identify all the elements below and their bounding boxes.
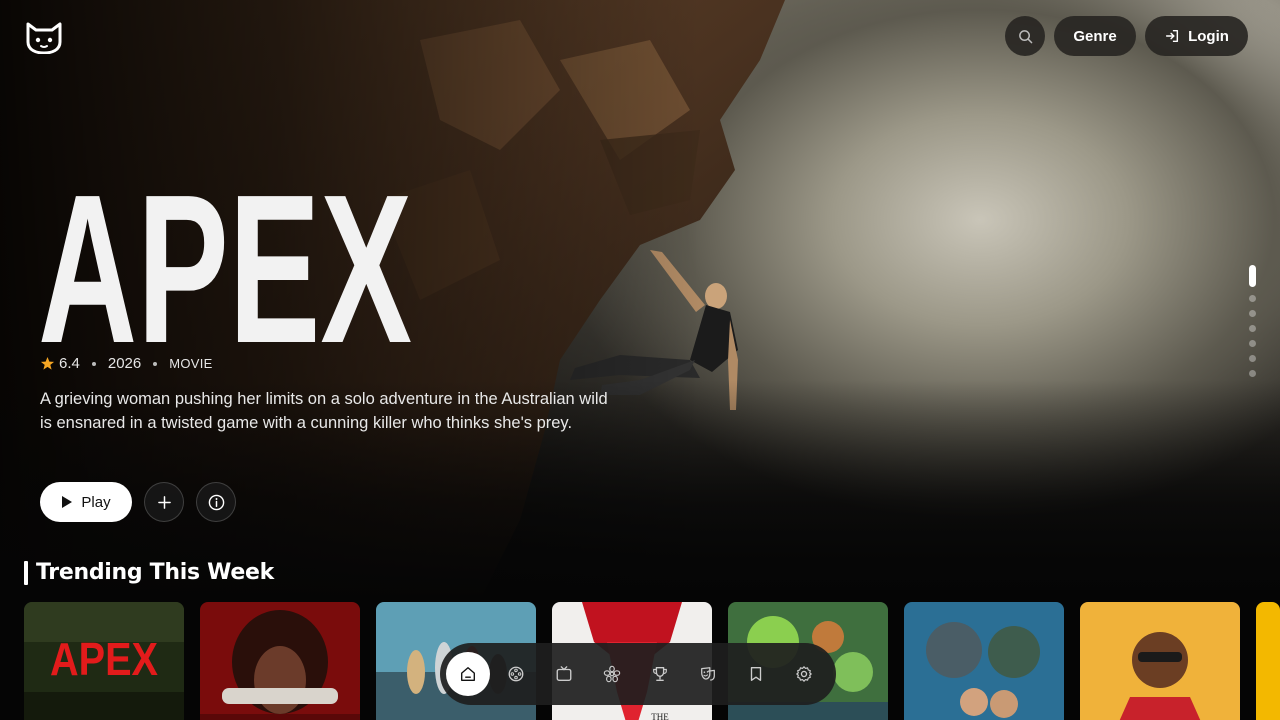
pagination-dot-active[interactable]	[1248, 265, 1256, 287]
trending-heading: Trending This Week	[24, 560, 274, 585]
add-to-list-button[interactable]	[144, 482, 184, 522]
pagination-dot[interactable]	[1248, 295, 1256, 302]
bottom-dock	[440, 643, 836, 705]
poster-title: THE	[651, 712, 669, 720]
apex-poster-card[interactable]: APEX	[24, 602, 184, 720]
play-label: Play	[81, 493, 111, 511]
star-icon	[40, 356, 55, 370]
top-navigation: Genre Login	[1005, 16, 1248, 56]
poster-8-card-partial[interactable]	[1256, 602, 1280, 720]
poster-2-card[interactable]	[200, 602, 360, 720]
heading-accent-bar	[24, 560, 28, 585]
dock-anime[interactable]	[590, 652, 634, 696]
dock-tv[interactable]	[542, 652, 586, 696]
streaming-home-page: Genre Login APEX 6.4 2026 MOVIE A grievi…	[0, 0, 1280, 720]
play-button[interactable]: Play	[40, 482, 132, 522]
pagination-dot[interactable]	[1248, 370, 1256, 377]
meta-separator	[91, 361, 96, 366]
dock-movies[interactable]	[494, 652, 538, 696]
poster-title: APEX	[50, 633, 158, 685]
pagination-dot[interactable]	[1248, 355, 1256, 362]
hero-title-logo: APEX	[38, 178, 412, 346]
info-button[interactable]	[196, 482, 236, 522]
home-icon	[461, 667, 475, 681]
poster-7-card[interactable]	[1080, 602, 1240, 720]
hero-title-text: APEX	[38, 178, 412, 346]
genre-button[interactable]: Genre	[1054, 16, 1136, 56]
login-button[interactable]: Login	[1145, 16, 1248, 56]
search-icon	[1018, 29, 1032, 43]
tv-icon	[556, 666, 572, 681]
dock-sports[interactable]	[638, 652, 682, 696]
pagination-dot[interactable]	[1248, 325, 1256, 332]
login-label: Login	[1188, 27, 1229, 45]
search-button[interactable]	[1005, 16, 1045, 56]
rating-value: 6.4	[59, 355, 80, 372]
flower-icon	[603, 665, 621, 683]
hero-meta: 6.4 2026 MOVIE	[40, 355, 213, 372]
film-reel-icon	[508, 666, 524, 682]
release-year: 2026	[107, 355, 142, 372]
play-icon	[62, 496, 73, 508]
bookmark-icon	[750, 667, 762, 681]
trophy-icon	[653, 667, 667, 681]
cat-logo-icon[interactable]	[24, 20, 64, 55]
info-icon	[208, 494, 224, 510]
rating: 6.4	[40, 355, 80, 372]
trending-title: Trending This Week	[36, 560, 274, 585]
hero-actions: Play	[40, 482, 236, 522]
plus-icon	[157, 495, 171, 509]
hero-description: A grieving woman pushing her limits on a…	[40, 390, 608, 432]
poster-6-card[interactable]	[904, 602, 1064, 720]
dock-bookmarks[interactable]	[734, 652, 778, 696]
dock-home[interactable]	[446, 652, 490, 696]
pagination-dot[interactable]	[1248, 340, 1256, 347]
media-type: MOVIE	[169, 356, 213, 371]
login-arrow-icon	[1166, 29, 1179, 43]
dock-theater[interactable]	[686, 652, 730, 696]
pagination-dot[interactable]	[1248, 310, 1256, 317]
theater-masks-icon	[701, 667, 715, 681]
meta-separator	[153, 361, 158, 366]
settings-icon	[796, 666, 812, 682]
hero-pagination	[1248, 265, 1256, 377]
dock-settings[interactable]	[782, 652, 826, 696]
genre-label: Genre	[1073, 27, 1117, 45]
